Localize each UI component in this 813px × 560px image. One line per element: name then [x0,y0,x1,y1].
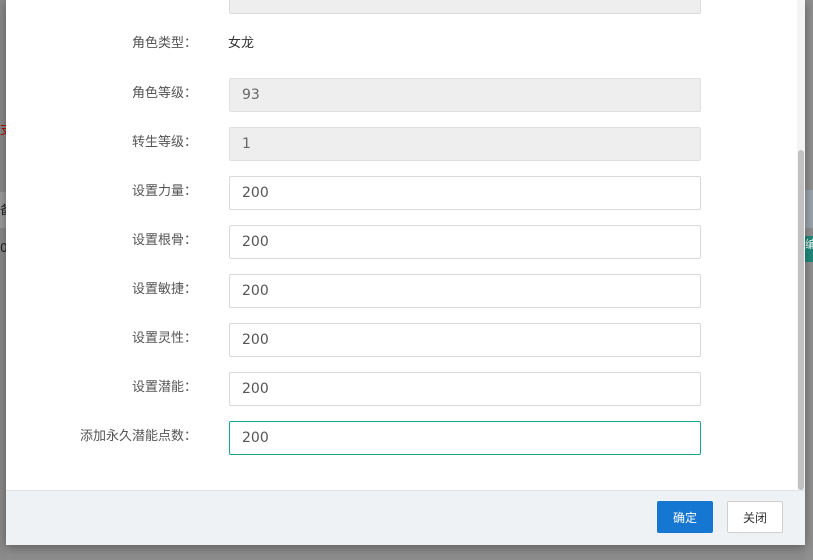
rebirth-level-label: 转生等级： [131,135,197,150]
background-page-right [805,0,813,560]
close-button[interactable]: 关闭 [727,501,783,533]
role-type-value: 女龙 [228,36,255,51]
previous-field-partial [229,0,701,14]
agility-input[interactable] [229,274,701,308]
spirit-input[interactable] [229,323,701,357]
dialog-body: 角色类型： 女龙 角色等级： 转生等级： 设置力量： 设置根骨： 设置敏捷： 设… [6,0,805,490]
role-level-field [229,78,701,112]
constitution-input[interactable] [229,225,701,259]
edit-role-dialog: 角色类型： 女龙 角色等级： 转生等级： 设置力量： 设置根骨： 设置敏捷： 设… [6,0,805,545]
potential-label: 设置潜能： [131,380,197,395]
role-type-label: 角色类型： [131,36,197,51]
scrollbar-thumb[interactable] [798,150,804,490]
permanent-potential-label: 添加永久潜能点数： [79,429,197,444]
constitution-label: 设置根骨： [131,233,197,248]
confirm-button[interactable]: 确定 [657,501,713,533]
rebirth-level-field [229,127,701,161]
dialog-footer: 确定 关闭 [6,490,805,545]
role-level-label: 角色等级： [131,86,197,101]
background-teal-button: 编 [805,236,813,262]
background-right-row [805,190,813,228]
spirit-label: 设置灵性： [131,331,197,346]
potential-input[interactable] [229,372,701,406]
strength-label: 设置力量： [131,184,197,199]
agility-label: 设置敏捷： [131,282,197,297]
strength-input[interactable] [229,176,701,210]
permanent-potential-input[interactable] [229,421,701,455]
